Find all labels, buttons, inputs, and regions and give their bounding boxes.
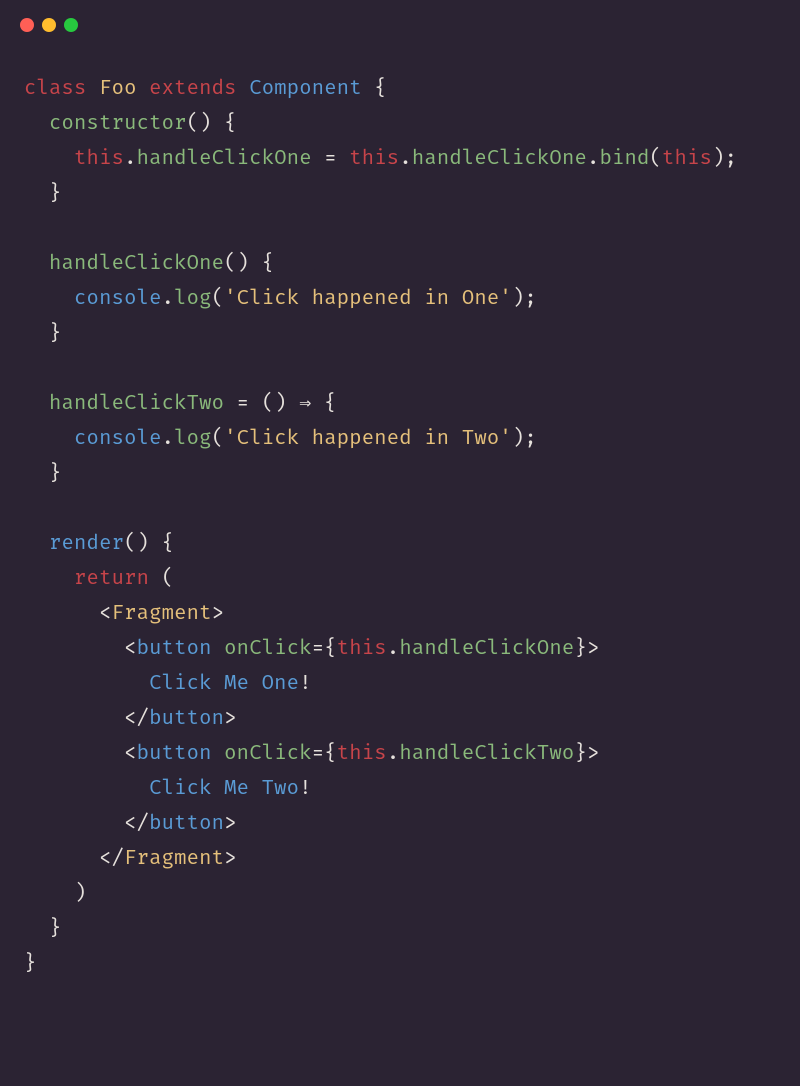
code-line: class Foo extends Component { <box>24 77 387 101</box>
code-line: <Fragment> <box>24 602 224 626</box>
code-line <box>24 357 37 381</box>
code-line: ) <box>24 882 87 906</box>
code-line: Click Me One! <box>24 672 312 696</box>
code-line: return ( <box>24 567 174 591</box>
minimize-icon[interactable] <box>42 18 56 32</box>
code-line: </button> <box>24 707 237 731</box>
code-line: Click Me Two! <box>24 777 312 801</box>
maximize-icon[interactable] <box>64 18 78 32</box>
code-line: console.log('Click happened in One'); <box>24 287 537 311</box>
code-line <box>24 497 37 521</box>
code-line: <button onClick={this.handleClickTwo}> <box>24 742 599 766</box>
code-line: } <box>24 322 62 346</box>
code-line <box>24 217 37 241</box>
window-titlebar <box>0 0 800 42</box>
code-line: handleClickTwo = () ⇒ { <box>24 392 337 416</box>
code-line: constructor() { <box>24 112 237 136</box>
code-line: <button onClick={this.handleClickOne}> <box>24 637 599 661</box>
code-line: } <box>24 952 37 976</box>
code-line: render() { <box>24 532 174 556</box>
code-line: } <box>24 462 62 486</box>
code-line: } <box>24 917 62 941</box>
code-line: handleClickOne() { <box>24 252 274 276</box>
code-line: console.log('Click happened in Two'); <box>24 427 537 451</box>
code-line: } <box>24 182 62 206</box>
close-icon[interactable] <box>20 18 34 32</box>
code-line: </button> <box>24 812 237 836</box>
code-line: </Fragment> <box>24 847 237 871</box>
code-line: this.handleClickOne = this.handleClickOn… <box>24 147 737 171</box>
code-editor: class Foo extends Component { constructo… <box>0 42 800 1006</box>
